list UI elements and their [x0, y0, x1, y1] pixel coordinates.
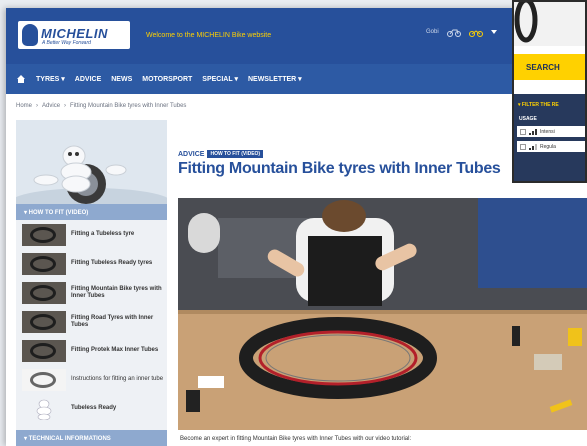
- nav-motorsport[interactable]: MOTORSPORT: [142, 76, 192, 83]
- checkbox[interactable]: [520, 143, 526, 150]
- site-header: MICHELIN A Better Way Forward Welcome to…: [6, 8, 587, 64]
- usage-option-regular[interactable]: Regula: [517, 141, 585, 152]
- sidebar-item-tubeless-ready[interactable]: Tubeless Ready: [16, 394, 167, 423]
- logo-tagline: A Better Way Forward: [42, 40, 91, 46]
- nav-news[interactable]: NEWS: [111, 76, 132, 83]
- sidebar-item-tubeless-ready-tyres[interactable]: Fitting Tubeless Ready tyres: [16, 249, 167, 278]
- bibendum-icon: [22, 24, 38, 46]
- filter-panel: ▾ FILTER THE RE USAGE Intensi Regula: [514, 94, 585, 181]
- header-text: Gobi: [426, 29, 439, 35]
- video-thumbnail: [22, 252, 66, 275]
- page-title: Fitting Mountain Bike tyres with Inner T…: [178, 160, 501, 177]
- video-thumbnail: [22, 368, 66, 391]
- option-label: Intensi: [540, 128, 555, 135]
- video-thumbnail: [22, 281, 66, 304]
- sidebar-item-label: Instructions for fitting an inner tube: [71, 376, 164, 382]
- tyre-icon: [514, 2, 538, 43]
- chevron-down-icon[interactable]: [490, 29, 497, 35]
- bibendum-mascot-illustration: [16, 120, 167, 204]
- cyclist-icon[interactable]: [468, 28, 483, 37]
- main-nav: TYRES ▾ ADVICE NEWS MOTORSPORT SPECIAL ▾…: [6, 64, 587, 94]
- signal-bars-icon: [529, 128, 537, 135]
- sidebar-item-mtb-inner-tubes[interactable]: Fitting Mountain Bike tyres with Inner T…: [16, 278, 167, 307]
- sidebar-item-tubeless[interactable]: Fitting a Tubeless tyre: [16, 220, 167, 249]
- nav-newsletter[interactable]: NEWSLETTER ▾: [248, 75, 302, 83]
- breadcrumb-home[interactable]: Home: [16, 103, 32, 109]
- category-label[interactable]: ADVICE: [178, 151, 204, 158]
- breadcrumb: Home › Advice › Fitting Mountain Bike ty…: [16, 103, 186, 109]
- sidebar-item-instructions[interactable]: Instructions for fitting an inner tube: [16, 365, 167, 394]
- sidebar-item-label: Fitting Road Tyres with Inner Tubes: [71, 314, 154, 328]
- filter-title[interactable]: ▾ FILTER THE RE: [518, 102, 559, 108]
- sidebar-item-protek-max[interactable]: Fitting Protek Max Inner Tubes: [16, 336, 167, 365]
- breadcrumb-separator: ›: [36, 103, 39, 109]
- sidebar-item-label: Tubeless Ready: [71, 405, 117, 411]
- video-caption: Become an expert in fitting Mountain Bik…: [180, 436, 412, 442]
- signal-bars-icon: [529, 143, 537, 150]
- sidebar-menu: ▾ HOW TO FIT (VIDEO) Fitting a Tubeless …: [16, 204, 167, 446]
- header-utilities: Gobi: [426, 26, 497, 38]
- sidebar-section-technical[interactable]: ▾ TECHNICAL INFORMATIONS: [16, 430, 167, 446]
- tyre-selector-overlay: SEARCH ▾ FILTER THE RE USAGE Intensi Reg…: [512, 0, 587, 183]
- breadcrumb-advice[interactable]: Advice: [42, 103, 60, 109]
- video-thumbnail: [22, 397, 66, 420]
- category-badge[interactable]: HOW TO FIT (VIDEO): [207, 150, 264, 158]
- usage-label: USAGE: [519, 116, 537, 122]
- checkbox[interactable]: [520, 128, 526, 135]
- breadcrumb-current: Fitting Mountain Bike tyres with Inner T…: [70, 103, 187, 109]
- michelin-logo[interactable]: MICHELIN A Better Way Forward: [18, 21, 130, 49]
- sidebar-item-label: Fitting Protek Max Inner Tubes: [71, 347, 159, 353]
- bibendum-icon: [36, 399, 52, 420]
- nav-advice[interactable]: ADVICE: [75, 76, 101, 83]
- video-thumbnail: [22, 310, 66, 333]
- sidebar-item-label: Fitting a Tubeless tyre: [71, 231, 135, 237]
- overlay-tyre-image: [514, 2, 585, 46]
- sidebar-item-label: Fitting Tubeless Ready tyres: [71, 260, 153, 266]
- nav-tyres[interactable]: TYRES ▾: [36, 75, 65, 83]
- sidebar-section-title[interactable]: ▾ HOW TO FIT (VIDEO): [16, 204, 167, 220]
- sidebar-item-road-inner-tubes[interactable]: Fitting Road Tyres with Inner Tubes: [16, 307, 167, 336]
- option-label: Regula: [540, 143, 556, 150]
- home-icon[interactable]: [16, 74, 26, 84]
- video-frame-illustration: [178, 198, 587, 430]
- breadcrumb-separator: ›: [64, 103, 67, 109]
- video-thumbnail: [22, 223, 66, 246]
- nav-special[interactable]: SPECIAL ▾: [202, 75, 238, 83]
- browser-page: MICHELIN A Better Way Forward Welcome to…: [6, 8, 587, 446]
- video-thumbnail: [22, 339, 66, 362]
- video-player[interactable]: [178, 198, 587, 430]
- usage-option-intensive[interactable]: Intensi: [517, 126, 585, 137]
- bike-icon[interactable]: [446, 28, 461, 37]
- sidebar-illustration: [16, 120, 167, 204]
- search-button[interactable]: SEARCH: [514, 54, 585, 80]
- category-row: ADVICE HOW TO FIT (VIDEO): [178, 150, 264, 158]
- sidebar-item-label: Fitting Mountain Bike tyres with Inner T…: [71, 285, 162, 299]
- welcome-text: Welcome to the MICHELIN Bike website: [146, 32, 272, 39]
- logo-name: MICHELIN: [41, 26, 108, 41]
